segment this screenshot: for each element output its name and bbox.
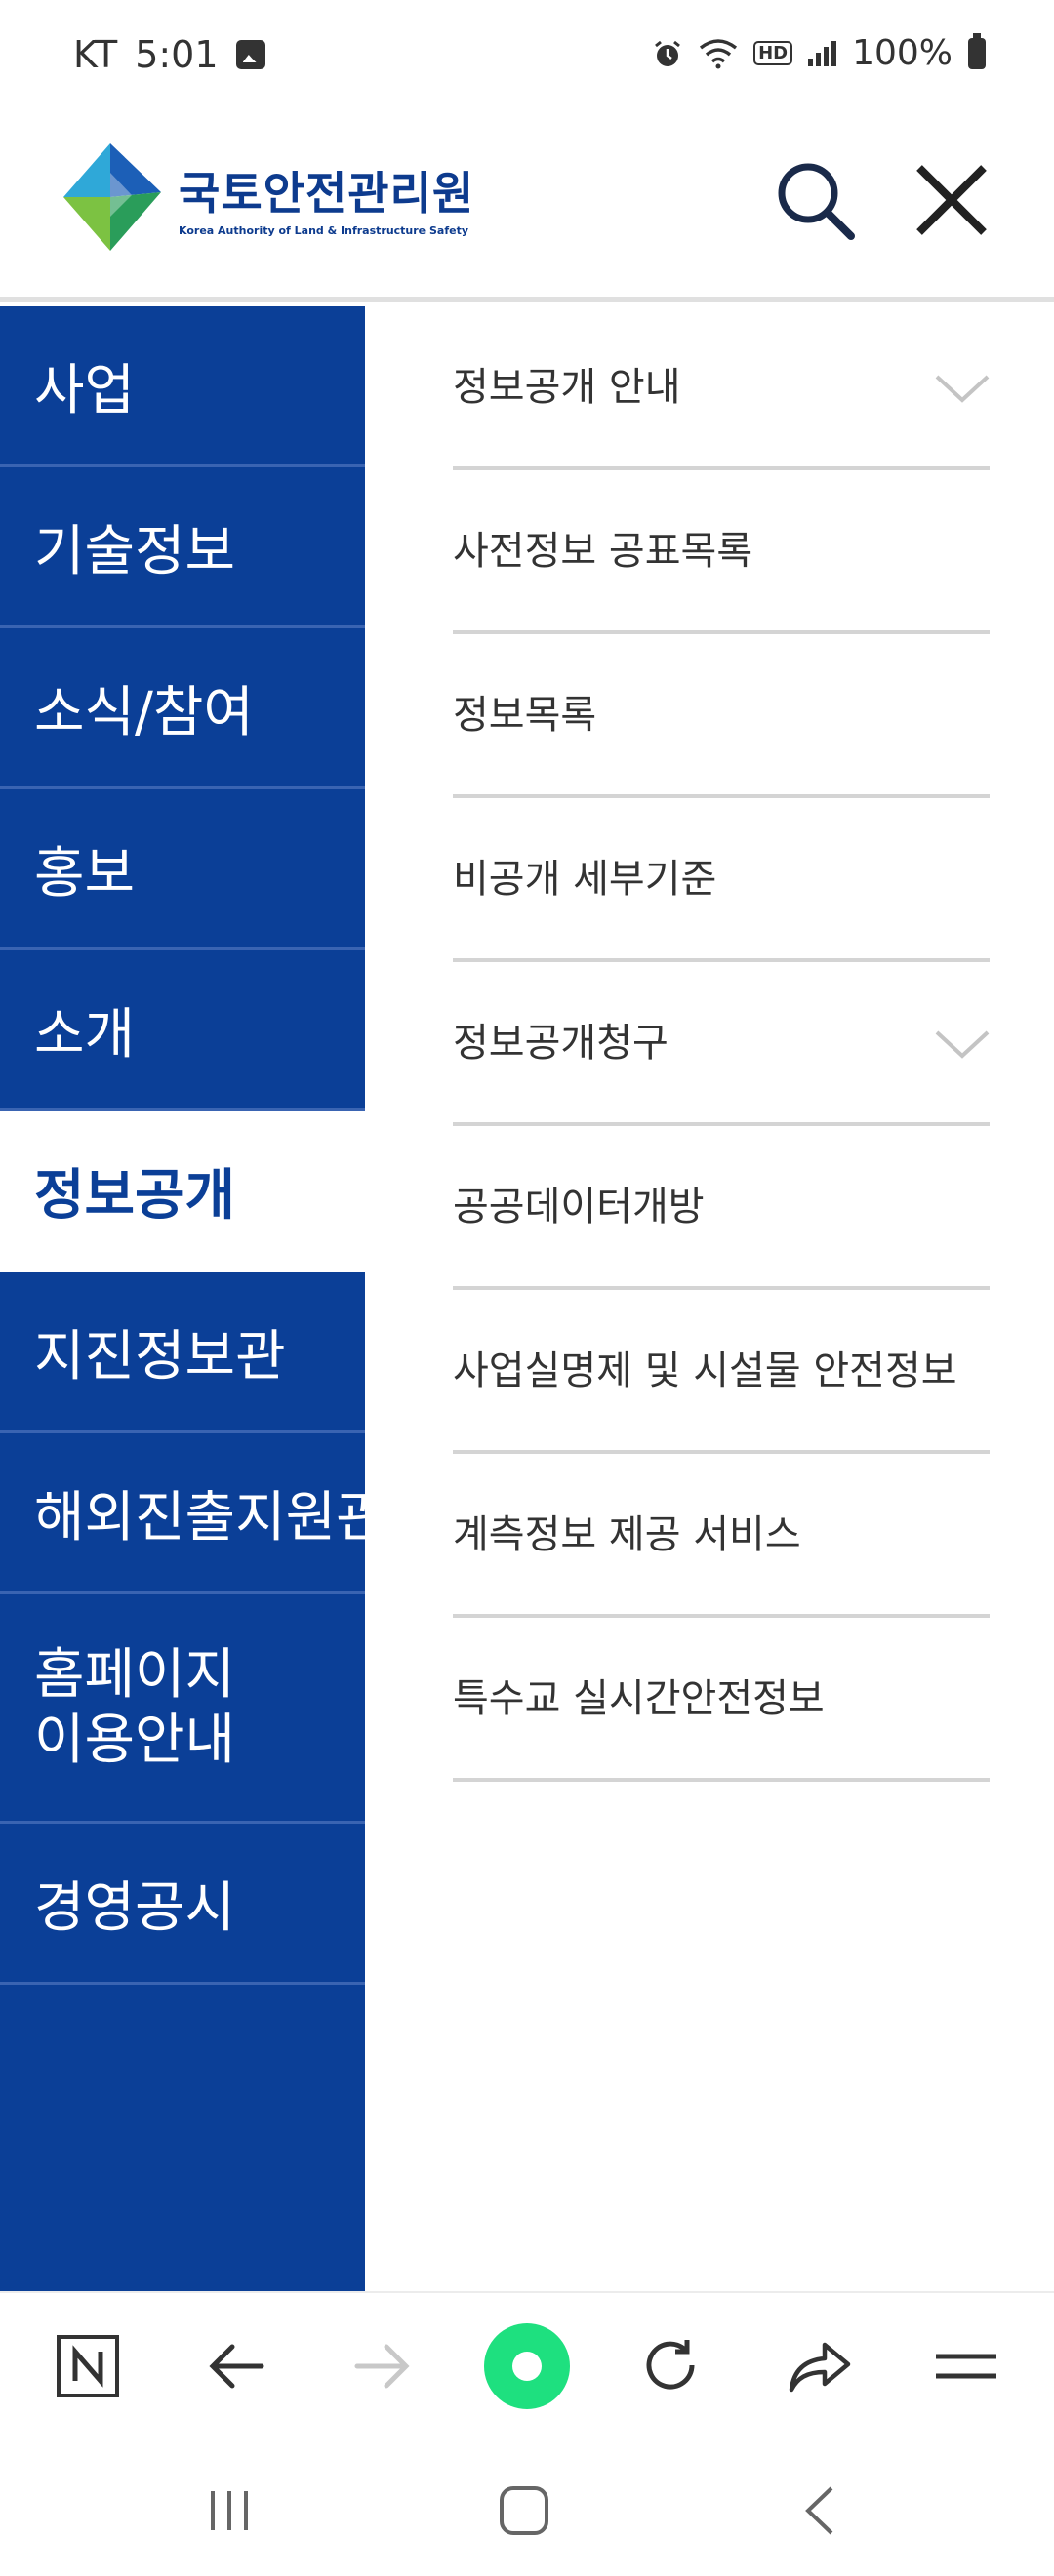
nav-item-management[interactable]: 경영공시 (0, 1824, 365, 1985)
submenu-item[interactable]: 정보목록 (453, 634, 990, 798)
nav-item-site-guide[interactable]: 홈페이지 이용안내 (0, 1594, 365, 1824)
nav-label: 지진정보관 (34, 1324, 286, 1389)
nav-item-business[interactable]: 사업 (0, 306, 365, 467)
submenu-item[interactable]: 사전정보 공표목록 (453, 470, 990, 634)
nav-label: 기술정보 (34, 519, 236, 584)
nav-item-tech-info[interactable]: 기술정보 (0, 467, 365, 628)
hd-icon: HD (753, 41, 793, 65)
close-icon[interactable] (908, 156, 995, 244)
signal-icon (808, 40, 837, 66)
logo-english-text: Korea Authority of Land & Infrastructure… (179, 223, 468, 237)
nav-label: 홍보 (34, 841, 136, 906)
nav-label: 소개 (34, 1002, 136, 1067)
submenu-label: 사전정보 공표목록 (453, 529, 753, 574)
system-nav-bar (0, 2437, 1054, 2576)
battery-icon (968, 32, 986, 69)
nav-item-pr[interactable]: 홍보 (0, 789, 365, 950)
carrier-label: KT (73, 33, 118, 76)
back-arrow-icon[interactable] (197, 2327, 275, 2405)
search-icon[interactable] (771, 156, 859, 244)
submenu-label: 정보공개청구 (453, 1021, 669, 1066)
site-logo[interactable]: 국토안전관리원 Korea Authority of Land & Infras… (54, 139, 474, 256)
nav-item-earthquake[interactable]: 지진정보관 (0, 1272, 365, 1433)
site-header: 국토안전관리원 Korea Authority of Land & Infras… (0, 117, 1054, 302)
nav-label: 사업 (34, 358, 136, 423)
nav-item-about[interactable]: 소개 (0, 950, 365, 1111)
share-icon[interactable] (781, 2327, 859, 2405)
alarm-icon (655, 40, 680, 66)
submenu-label: 정보목록 (453, 693, 597, 738)
time-label: 5:01 (135, 33, 219, 76)
submenu-label: 사업실명제 및 시설물 안전정보 (453, 1348, 957, 1393)
forward-arrow-icon[interactable] (344, 2327, 422, 2405)
submenu-item[interactable]: 비공개 세부기준 (453, 798, 990, 962)
reload-icon[interactable] (632, 2327, 710, 2405)
submenu-item[interactable]: 특수교 실시간안전정보 (453, 1618, 990, 1782)
naver-n-icon[interactable] (49, 2327, 127, 2405)
green-dot-icon[interactable] (478, 2317, 576, 2415)
nav-item-overseas[interactable]: 해외진출지원관 (0, 1433, 365, 1594)
menu-icon[interactable] (927, 2327, 1005, 2405)
submenu-label: 계측정보 제공 서비스 (453, 1512, 801, 1557)
nav-label: 경영공시 (34, 1875, 236, 1940)
nav-label: 홈페이지 이용안내 (34, 1642, 236, 1772)
submenu-item[interactable]: 계측정보 제공 서비스 (453, 1454, 990, 1618)
back-icon[interactable] (781, 2476, 859, 2545)
home-icon[interactable] (485, 2476, 563, 2545)
submenu-label: 특수교 실시간안전정보 (453, 1676, 825, 1721)
recents-icon[interactable] (190, 2476, 268, 2545)
submenu-item[interactable]: 공공데이터개방 (453, 1126, 990, 1290)
chevron-down-icon[interactable] (935, 373, 990, 404)
image-icon (235, 40, 265, 69)
nav-label: 소식/참여 (34, 680, 254, 745)
submenu-item[interactable]: 정보공개 안내 (453, 306, 990, 470)
nav-item-info-disclosure[interactable]: 정보공개 (0, 1111, 365, 1272)
wifi-icon (699, 38, 738, 68)
submenu: 정보공개 안내 사전정보 공표목록 정보목록 비공개 세부기준 정보공개청구 공… (365, 306, 1054, 1782)
submenu-item[interactable]: 사업실명제 및 시설물 안전정보 (453, 1290, 990, 1454)
status-bar: KT 5:01 HD 100% (0, 0, 1054, 117)
nav-item-news[interactable]: 소식/참여 (0, 628, 365, 789)
browser-toolbar (0, 2291, 1054, 2439)
main-nav: 사업 기술정보 소식/참여 홍보 소개 정보공개 지진정보관 해외진출지원관 홈… (0, 306, 365, 2291)
logo-mark-icon (63, 143, 161, 251)
submenu-item[interactable]: 정보공개청구 (453, 962, 990, 1126)
chevron-down-icon[interactable] (935, 1028, 990, 1060)
submenu-label: 공공데이터개방 (453, 1185, 705, 1229)
submenu-label: 정보공개 안내 (453, 365, 681, 410)
logo-korean-text: 국토안전관리원 (179, 166, 475, 220)
battery-label: 100% (852, 33, 953, 73)
submenu-label: 비공개 세부기준 (453, 857, 717, 902)
nav-label: 정보공개 (34, 1163, 236, 1228)
nav-label: 해외진출지원관 (34, 1485, 365, 1550)
